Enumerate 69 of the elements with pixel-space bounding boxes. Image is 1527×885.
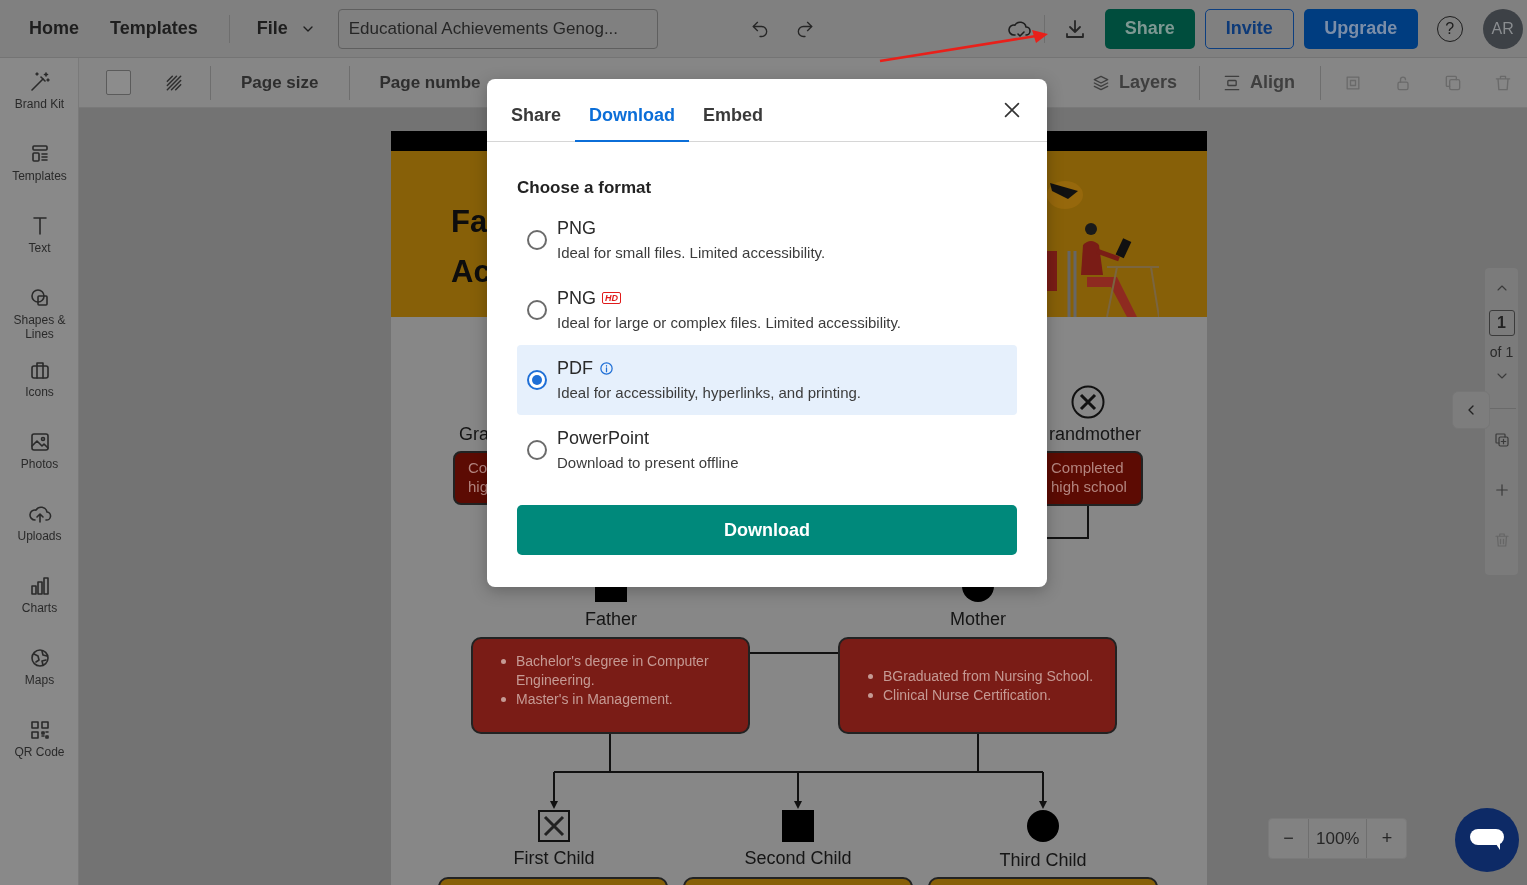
- sidebar-item[interactable]: Maps: [0, 642, 79, 714]
- zoom-out-button[interactable]: −: [1269, 819, 1308, 858]
- page-number-button[interactable]: Page numbe: [379, 72, 481, 93]
- sidebar-item[interactable]: Icons: [0, 354, 79, 426]
- zoom-level: 100%: [1308, 819, 1368, 858]
- dialog-tab[interactable]: Download: [575, 79, 690, 142]
- bullet-icon: [501, 697, 506, 702]
- achievement-item: Master's in Management.: [516, 690, 673, 709]
- dialog-tab[interactable]: Share: [497, 79, 576, 142]
- upgrade-button[interactable]: Upgrade: [1303, 8, 1418, 49]
- bullet-icon: [868, 673, 873, 679]
- page-size-button[interactable]: Page size: [241, 72, 319, 93]
- dialog-tab[interactable]: Embed: [689, 79, 778, 142]
- file-menu[interactable]: File: [256, 18, 316, 39]
- note-text: Completed high school: [1051, 458, 1127, 496]
- format-option[interactable]: PNG HD Ideal for large or complex files. Limited accessibility.: [517, 275, 1017, 345]
- format-title: PDF: [557, 357, 593, 380]
- duplicate-icon: [1492, 431, 1511, 449]
- radio-button[interactable]: [527, 230, 547, 250]
- bullet-icon: [868, 692, 873, 698]
- hd-badge: HD: [602, 292, 621, 304]
- person-label: Third Child: [999, 849, 1087, 871]
- format-description: Download to present offline: [557, 453, 739, 473]
- section-heading: Choose a format: [517, 177, 653, 199]
- bullet-icon: [501, 659, 506, 664]
- invite-button[interactable]: Invite: [1204, 8, 1294, 49]
- person-label: Second Child: [744, 847, 852, 869]
- document-title-field[interactable]: Educational Achievements Genog...: [337, 8, 658, 49]
- achievement-item: Bachelor's degree in Computer Engineering.: [516, 652, 710, 690]
- sidebar-item[interactable]: Text: [0, 210, 79, 282]
- duplicate-page-button[interactable]: [1492, 431, 1511, 449]
- format-title: PNG: [557, 217, 596, 240]
- user-avatar[interactable]: AR: [1482, 8, 1523, 49]
- person-label: First Child: [513, 847, 595, 869]
- sidebar-item[interactable]: Shapes & Lines: [0, 282, 79, 354]
- sidebar-item[interactable]: Uploads: [0, 498, 79, 570]
- share-button[interactable]: Share: [1104, 8, 1195, 49]
- sidebar-item[interactable]: Photos: [0, 426, 79, 498]
- color-swatch[interactable]: [106, 70, 131, 95]
- format-option[interactable]: PowerPoint Download to present offline: [517, 415, 1017, 485]
- sidebar-item[interactable]: QR Code: [0, 714, 79, 786]
- format-option[interactable]: PDF Ideal for accessibility, hyperlinks, and printing.: [517, 345, 1017, 415]
- sidebar-item[interactable]: Templates: [0, 138, 79, 210]
- person-label: randmother: [1049, 423, 1142, 445]
- download-button[interactable]: Download: [517, 505, 1017, 555]
- achievement-item: Clinical Nurse Certification.: [883, 685, 1052, 705]
- format-option[interactable]: PNG Ideal for small files. Limited accessibility.: [517, 205, 1017, 275]
- radio-button[interactable]: [527, 300, 547, 320]
- format-description: Ideal for accessibility, hyperlinks, and printing.: [557, 383, 862, 403]
- nav-link[interactable]: Templates: [110, 18, 198, 39]
- poster-title: Ac: [451, 253, 491, 291]
- poster-title: Fa: [451, 203, 488, 241]
- person-label: Mother: [950, 608, 1006, 630]
- person-label: Father: [585, 608, 637, 630]
- connector-line: [1047, 505, 1090, 540]
- page-number-field[interactable]: 1: [1488, 310, 1515, 336]
- page-count: of 1: [1489, 344, 1514, 360]
- nav-link[interactable]: Home: [29, 18, 79, 39]
- format-title: PNG: [557, 287, 596, 310]
- format-description: Ideal for large or complex files. Limited accessibility.: [557, 313, 902, 333]
- achievement-item: BGraduated from Nursing School.: [883, 666, 1094, 686]
- radio-button[interactable]: [527, 440, 547, 460]
- sidebar-item[interactable]: Brand Kit: [0, 66, 79, 138]
- zoom-in-button[interactable]: +: [1367, 819, 1407, 858]
- note-text: Co hig: [468, 458, 489, 496]
- format-title: PowerPoint: [557, 427, 650, 450]
- format-description: Ideal for small files. Limited accessibility.: [557, 243, 826, 263]
- radio-button[interactable]: [527, 370, 547, 390]
- sidebar-item[interactable]: Charts: [0, 570, 79, 642]
